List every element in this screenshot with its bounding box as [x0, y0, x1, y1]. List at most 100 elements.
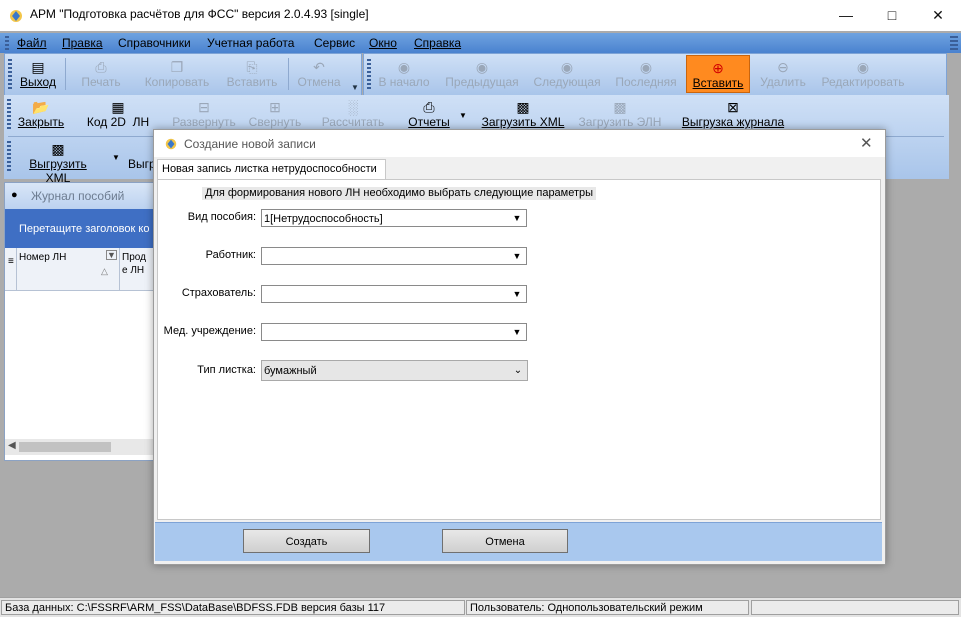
- tab-new-record[interactable]: Новая запись листка нетрудоспособности: [157, 159, 386, 180]
- nav-prev-button[interactable]: ◉ Предыдущая: [444, 59, 520, 89]
- toolbar-overflow-icon[interactable]: ▼: [351, 84, 359, 92]
- worker-label: Работник:: [205, 249, 256, 261]
- code2d-button[interactable]: ▦ Код 2D ЛН: [82, 99, 154, 129]
- close-record-button[interactable]: 📂 Закрыть: [16, 99, 66, 129]
- calculator-icon: ░: [348, 99, 358, 115]
- chevron-down-icon[interactable]: ⌄: [509, 361, 527, 380]
- dropdown-arrow-icon[interactable]: ▼: [508, 324, 526, 340]
- new-record-dialog: Создание новой записи ✕ Новая запись лис…: [153, 129, 886, 565]
- dropdown-arrow-icon[interactable]: ▼: [508, 286, 526, 302]
- hint-text: Для формирования нового ЛН необходимо вы…: [202, 187, 597, 200]
- menu-references[interactable]: Справочники: [118, 36, 191, 50]
- menu-service[interactable]: Сервис: [314, 36, 355, 50]
- import-icon: ▩: [516, 99, 530, 115]
- expand-button[interactable]: ⊟ Развернуть: [168, 99, 240, 129]
- sort-asc-icon: △: [101, 266, 108, 276]
- load-eln-button[interactable]: ▩ Загрузить ЭЛН: [576, 99, 664, 129]
- toolbar-grip[interactable]: [367, 59, 371, 89]
- app-icon: [165, 138, 177, 150]
- minimize-icon[interactable]: —: [823, 0, 869, 31]
- undo-icon: ↶: [313, 59, 325, 75]
- printer-icon: ⎙: [95, 59, 107, 75]
- nav-last-button[interactable]: ◉ Последняя: [612, 59, 680, 89]
- title-bar: АРМ "Подготовка расчётов для ФСС" версия…: [0, 0, 961, 31]
- scroll-left-icon[interactable]: ◀: [8, 440, 16, 451]
- chevron-down-icon[interactable]: ▼: [112, 153, 120, 162]
- qr-code-icon: ▦: [111, 99, 125, 115]
- nav-first-button[interactable]: ◉ В начало: [376, 59, 432, 89]
- expand-icon: ⊟: [198, 99, 210, 115]
- calculate-button[interactable]: ░ Рассчитать: [318, 99, 388, 129]
- copy-icon: ❐: [170, 59, 184, 75]
- first-record-icon: ◉: [397, 59, 411, 75]
- chevron-down-icon[interactable]: ▼: [459, 111, 467, 120]
- maximize-icon[interactable]: □: [869, 0, 915, 31]
- dropdown-arrow-icon[interactable]: ▼: [508, 248, 526, 264]
- column-chooser-icon[interactable]: ≡: [8, 256, 14, 267]
- column-header-extension-2: е ЛН: [122, 265, 145, 276]
- menu-help[interactable]: Справка: [414, 36, 461, 50]
- paste-icon: ⎘: [246, 59, 258, 75]
- edit-button[interactable]: ◉ Редактировать: [818, 59, 908, 89]
- exit-icon: ▤: [31, 59, 45, 75]
- benefit-type-select[interactable]: 1[Нетрудоспособность] ▼: [261, 209, 527, 227]
- status-empty: [751, 600, 959, 615]
- close-icon[interactable]: ✕: [915, 0, 961, 31]
- separator: [65, 58, 66, 90]
- paste-button[interactable]: ⎘ Вставить: [219, 59, 285, 89]
- cancel-button[interactable]: Отмена: [442, 529, 568, 553]
- column-header-ln-number[interactable]: Номер ЛН: [19, 252, 66, 263]
- horizontal-scrollbar[interactable]: ◀: [5, 439, 154, 455]
- print-button[interactable]: ⎙ Печать: [71, 59, 131, 89]
- grid-header: ≡ Номер ЛН ▼ △ Прод е ЛН: [5, 248, 154, 291]
- toolbar-grip[interactable]: [8, 59, 12, 89]
- sheet-type-select[interactable]: бумажный ⌄: [261, 360, 528, 381]
- edit-icon: ◉: [856, 59, 870, 75]
- grip-handle[interactable]: [5, 36, 9, 50]
- load-xml-button[interactable]: ▩ Загрузить XML: [480, 99, 566, 129]
- exit-button[interactable]: ▤ Выход: [17, 59, 59, 89]
- scrollbar-thumb[interactable]: [19, 442, 111, 452]
- separator: [288, 58, 289, 90]
- journal-header: ● Журнал пособий: [5, 183, 154, 209]
- dropdown-arrow-icon[interactable]: ▼: [508, 210, 526, 226]
- insurer-select[interactable]: ▼: [261, 285, 527, 303]
- journal-panel: ● Журнал пособий Перетащите заголовок ко…: [4, 182, 155, 461]
- worker-select[interactable]: ▼: [261, 247, 527, 265]
- export-xml-button[interactable]: ▩ Выгрузить XML: [16, 141, 100, 185]
- menu-bar-grip: [950, 36, 958, 50]
- column-header-extension-1[interactable]: Прод: [122, 252, 146, 263]
- delete-button[interactable]: ⊖ Удалить: [756, 59, 810, 89]
- tab-content: Для формирования нового ЛН необходимо вы…: [157, 179, 881, 520]
- dialog-title-bar: Создание новой записи ✕: [154, 130, 885, 157]
- next-record-icon: ◉: [560, 59, 574, 75]
- copy-button[interactable]: ❐ Копировать: [139, 59, 215, 89]
- menu-accounting[interactable]: Учетная работа: [207, 36, 294, 50]
- nav-next-button[interactable]: ◉ Следующая: [532, 59, 602, 89]
- separator: [16, 248, 17, 290]
- insert-button[interactable]: ⊕ Вставить: [686, 55, 750, 93]
- group-by-area[interactable]: Перетащите заголовок ко: [5, 209, 154, 248]
- import-icon: ▩: [613, 99, 627, 115]
- close-folder-icon: 📂: [32, 99, 50, 115]
- journal-icon: ●: [11, 189, 18, 201]
- undo-button[interactable]: ↶ Отмена: [293, 59, 345, 89]
- toolbar-grip[interactable]: [7, 99, 11, 129]
- menu-edit[interactable]: Правка: [62, 36, 103, 50]
- menu-window[interactable]: Окно: [369, 36, 397, 50]
- reports-button[interactable]: ⎙ Отчеты: [402, 99, 456, 129]
- export-button-cut[interactable]: Выгр: [128, 157, 156, 171]
- dialog-close-icon[interactable]: ✕: [860, 134, 873, 152]
- window-title: АРМ "Подготовка расчётов для ФСС" версия…: [30, 7, 369, 21]
- create-button[interactable]: Создать: [243, 529, 370, 553]
- toolbar-grip[interactable]: [7, 141, 11, 171]
- filter-icon[interactable]: ▼: [106, 250, 117, 260]
- last-record-icon: ◉: [639, 59, 653, 75]
- export-journal-button[interactable]: ⊠ Выгрузка журнала: [678, 99, 788, 129]
- separator: [119, 248, 120, 290]
- menu-file[interactable]: Файл: [17, 36, 47, 50]
- dialog-title: Создание новой записи: [184, 137, 316, 151]
- status-bar: База данных: C:\FSSRF\ARM_FSS\DataBase\B…: [0, 597, 961, 617]
- med-institution-select[interactable]: ▼: [261, 323, 527, 341]
- collapse-button[interactable]: ⊞ Свернуть: [244, 99, 306, 129]
